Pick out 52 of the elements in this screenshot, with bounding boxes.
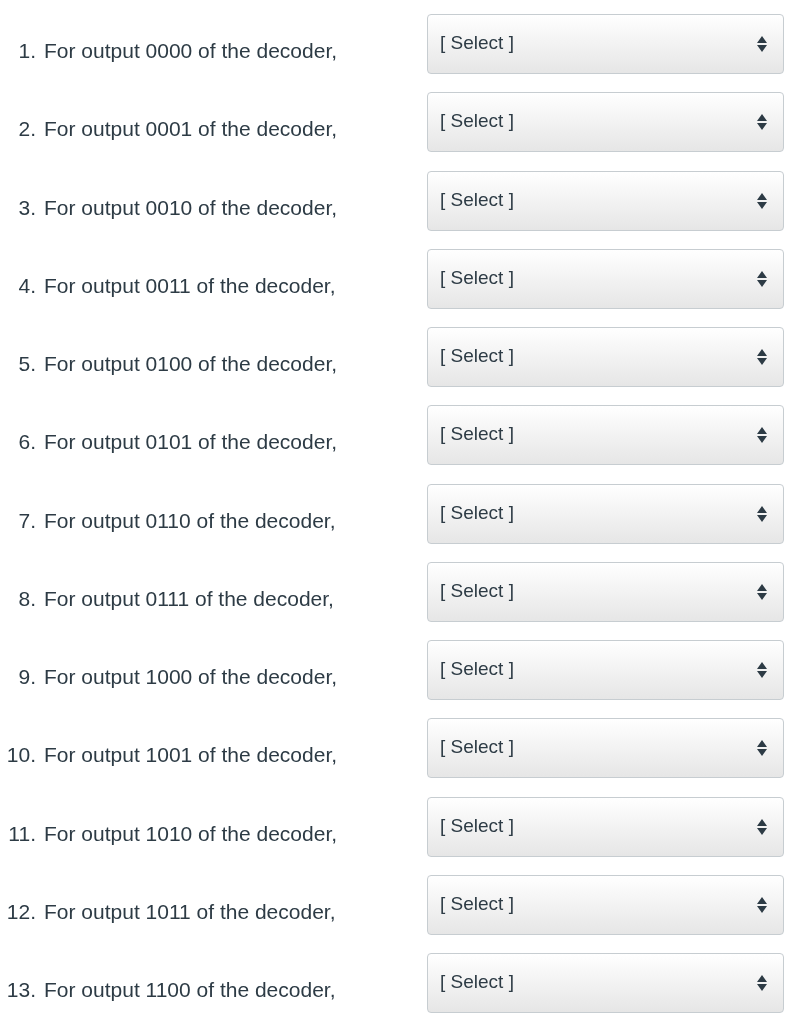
dropdown[interactable]: [ Select ] — [427, 14, 784, 74]
question-number: 3. — [17, 194, 37, 221]
question-number: 6. — [17, 429, 37, 456]
question-text: For output 1000 of the decoder, — [44, 664, 338, 690]
dropdown[interactable]: [ Select ] — [427, 248, 784, 309]
question-number: 7. — [17, 507, 37, 534]
question-text: For output 0000 of the decoder, — [44, 38, 338, 64]
question-number: 4. — [17, 272, 37, 299]
dropdown[interactable]: [ Select ] — [427, 874, 784, 935]
dropdown[interactable]: [ Select ] — [427, 170, 784, 231]
question-number: 10. — [5, 742, 37, 769]
question-text: For output 0010 of the decoder, — [44, 194, 338, 221]
up-down-caret-icon — [757, 583, 767, 600]
question-number: 12. — [5, 898, 37, 925]
question-text: For output 0110 of the decoder, — [44, 507, 336, 534]
dropdown[interactable]: [ Select ] — [427, 561, 784, 622]
up-down-caret-icon — [757, 975, 767, 991]
question-number: 11. — [7, 820, 37, 847]
question-text: For output 1001 of the decoder, — [44, 742, 338, 769]
question-text: For output 0101 of the decoder, — [44, 429, 338, 456]
question-number: 8. — [17, 585, 37, 612]
up-down-caret-icon — [757, 270, 767, 287]
dropdown[interactable]: [ Select ] — [427, 718, 784, 779]
question-text: For output 1100 of the decoder, — [44, 977, 336, 1003]
question-number: 1. — [17, 38, 37, 64]
dropdown[interactable]: [ Select ] — [427, 640, 784, 700]
up-down-caret-icon — [757, 36, 767, 52]
up-down-caret-icon — [757, 662, 767, 678]
dropdown[interactable]: [ Select ] — [427, 92, 784, 153]
up-down-caret-icon — [757, 896, 767, 913]
up-down-caret-icon — [757, 349, 767, 365]
dropdown[interactable]: [ Select ] — [427, 327, 784, 387]
up-down-caret-icon — [757, 427, 767, 444]
up-down-caret-icon — [757, 114, 767, 131]
up-down-caret-icon — [757, 192, 767, 209]
dropdown[interactable]: [ Select ] — [427, 953, 784, 1013]
question-number: 5. — [17, 351, 37, 377]
question-text: For output 0111 of the decoder, — [44, 585, 334, 612]
question-text: For output 1011 of the decoder, — [44, 898, 336, 925]
up-down-caret-icon — [757, 818, 767, 835]
up-down-caret-icon — [757, 740, 767, 757]
dropdown[interactable]: [ Select ] — [427, 483, 784, 544]
dropdown[interactable]: [ Select ] — [427, 796, 784, 857]
question-number: 2. — [17, 116, 37, 143]
up-down-caret-icon — [757, 505, 767, 522]
question-text: For output 0001 of the decoder, — [44, 116, 338, 143]
question-number: 9. — [17, 664, 37, 690]
question-text: For output 0011 of the decoder, — [44, 272, 336, 299]
dropdown[interactable]: [ Select ] — [427, 405, 784, 466]
question-number: 13. — [5, 977, 37, 1003]
question-text: For output 1010 of the decoder, — [44, 820, 338, 847]
question-text: For output 0100 of the decoder, — [44, 351, 338, 377]
